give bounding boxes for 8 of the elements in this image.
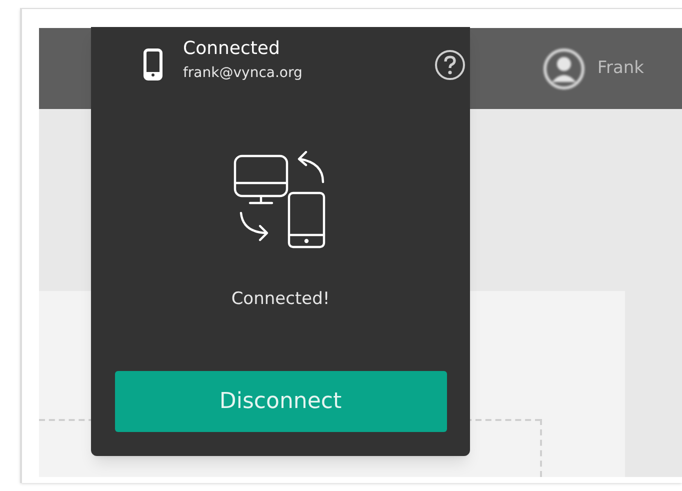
avatar-icon[interactable] — [543, 48, 586, 90]
disconnect-button[interactable]: Disconnect — [114, 370, 446, 432]
account-email: frank@vynca.org — [183, 64, 302, 83]
user-name[interactable]: Frank — [597, 56, 644, 82]
phone-icon — [143, 48, 163, 81]
status-title: Connected — [183, 37, 281, 61]
connected-message: Connected! — [231, 288, 330, 311]
help-icon[interactable] — [434, 49, 466, 81]
